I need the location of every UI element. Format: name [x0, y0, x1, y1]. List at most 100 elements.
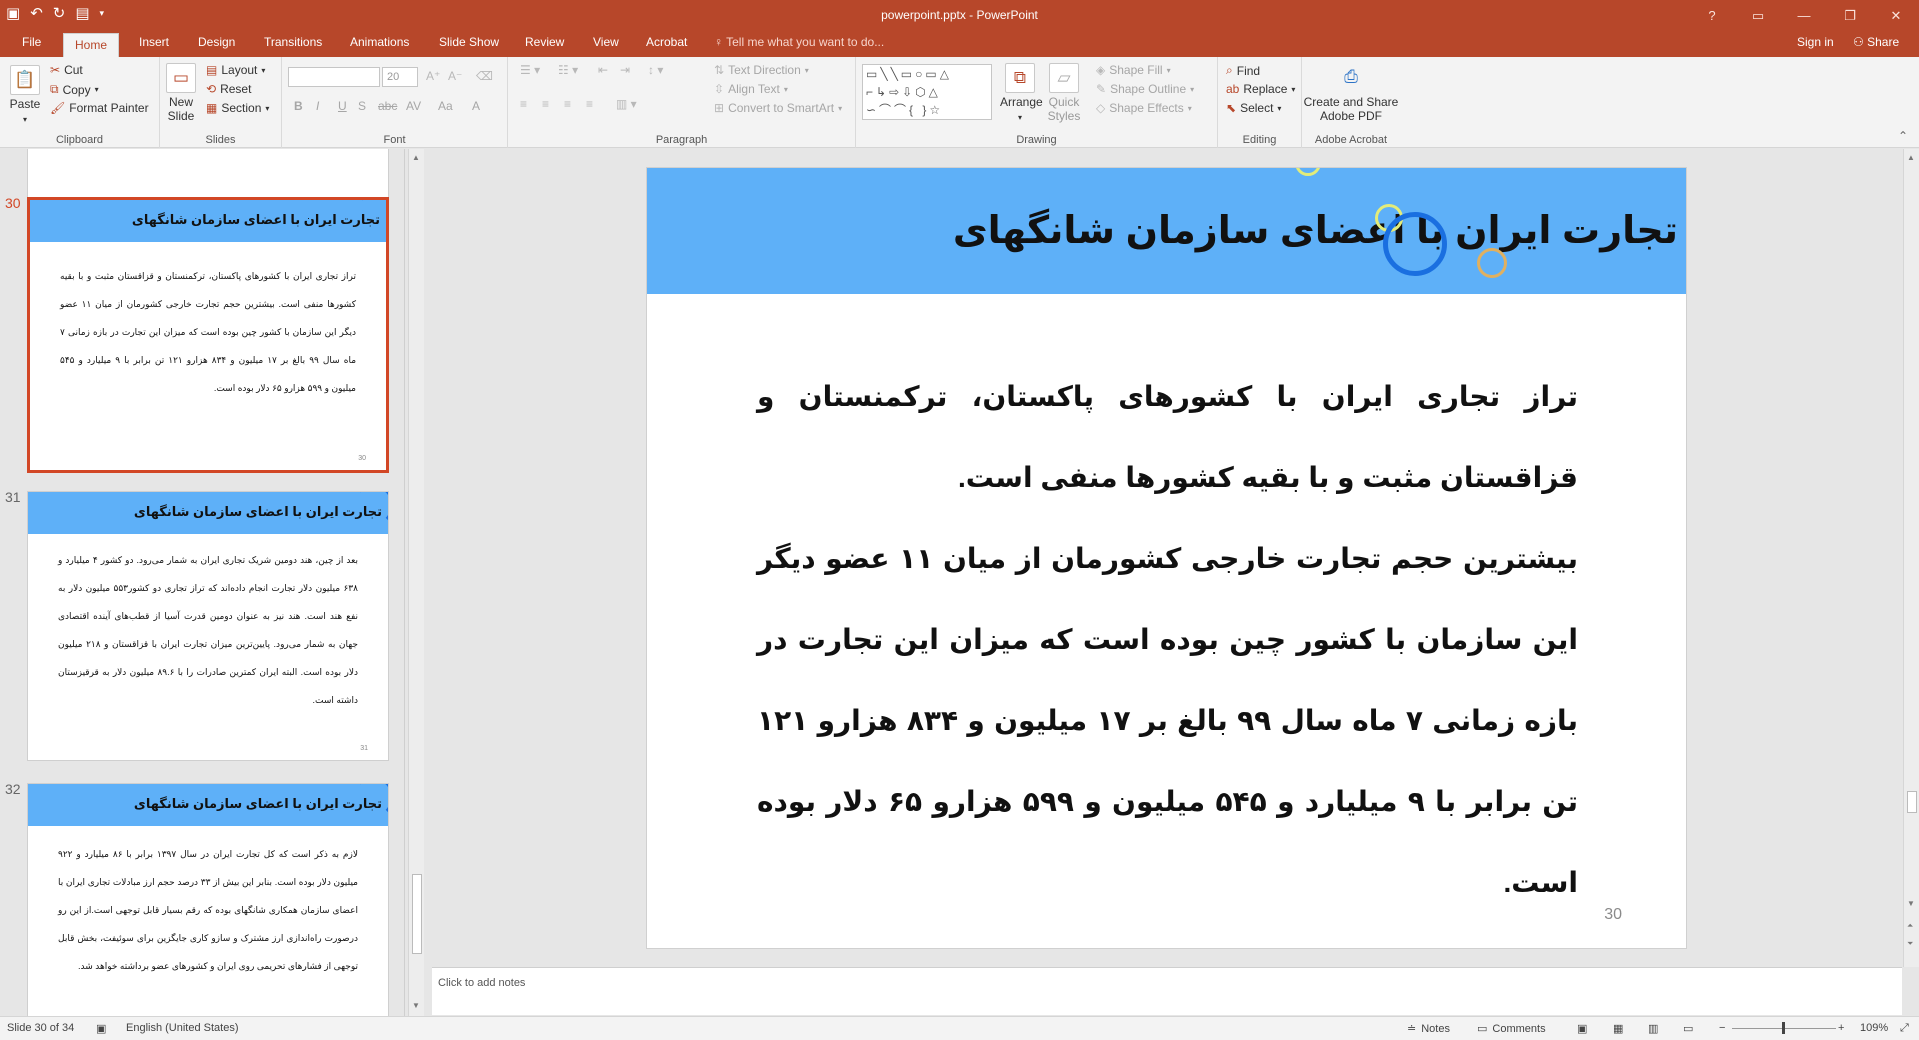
reading-view-icon[interactable]: ▥: [1648, 1022, 1658, 1035]
tab-design[interactable]: Design: [196, 35, 237, 49]
font-name-box[interactable]: [288, 67, 380, 87]
create-share-pdf-button[interactable]: ⎙ Create and Share Adobe PDF: [1302, 63, 1400, 123]
copy-button[interactable]: ⧉ Copy ▾: [50, 82, 99, 97]
align-left-button[interactable]: ≡: [520, 97, 527, 111]
share-button[interactable]: ⚇ Share: [1853, 35, 1899, 49]
minimize-button[interactable]: —: [1781, 0, 1827, 31]
grow-font-button[interactable]: A⁺: [426, 69, 440, 83]
character-spacing-button[interactable]: AV: [406, 99, 421, 113]
normal-view-icon[interactable]: ▣: [1577, 1022, 1587, 1035]
slide-show-icon[interactable]: ▭: [1683, 1022, 1693, 1035]
current-slide[interactable]: تجارت ایران با اعضای سازمان شانگهای تراز…: [646, 167, 1687, 949]
justify-button[interactable]: ≡: [586, 97, 593, 111]
notes-pane[interactable]: Click to add notes: [432, 967, 1902, 1015]
tab-transitions[interactable]: Transitions: [262, 35, 324, 49]
tab-acrobat[interactable]: Acrobat: [644, 35, 689, 49]
layout-button[interactable]: ▤ Layout ▾: [206, 63, 265, 77]
lightbulb-icon: ♀: [714, 35, 727, 49]
change-case-button[interactable]: Aa: [438, 99, 453, 113]
sign-in-link[interactable]: Sign in: [1797, 35, 1834, 49]
scroll-down-arrow-icon[interactable]: ▼: [1907, 899, 1915, 908]
slide-scroll-thumb[interactable]: [1907, 791, 1917, 813]
thumbnail-slide-31[interactable]: تجارت ایران با اعضای سازمان شانگهای بعد …: [27, 491, 389, 761]
bold-button[interactable]: B: [294, 99, 303, 113]
select-button[interactable]: ⬉ Select ▾: [1226, 101, 1281, 115]
restore-button[interactable]: ❐: [1827, 0, 1873, 31]
select-label: Select: [1240, 101, 1274, 115]
cut-button[interactable]: ✂ Cut: [50, 63, 83, 77]
italic-button[interactable]: I: [316, 99, 319, 113]
thumbnail-slide-32[interactable]: تجارت ایران با اعضای سازمان شانگهای لازم…: [27, 783, 389, 1016]
section-button[interactable]: ▦ Section ▾: [206, 101, 269, 115]
zoom-level[interactable]: 109%: [1860, 1022, 1888, 1034]
slide-header-band: تجارت ایران با اعضای سازمان شانگهای: [647, 168, 1686, 294]
quick-styles-icon: ▱: [1049, 63, 1079, 93]
scroll-up-arrow-icon[interactable]: ▲: [1907, 153, 1915, 162]
shapes-gallery[interactable]: ▭╲╲▭○▭△ ⌐↳⇨⇩⬡△ ∽⌒⌒{ }☆: [862, 64, 992, 120]
zoom-out-button[interactable]: −: [1719, 1022, 1725, 1034]
reset-button[interactable]: ⟲ Reset: [206, 82, 251, 96]
format-painter-button[interactable]: 🖌 Format Painter: [50, 101, 149, 115]
replace-button[interactable]: ab Replace ▾: [1226, 82, 1295, 96]
help-button[interactable]: ?: [1689, 0, 1735, 31]
slide-sorter-icon[interactable]: ▦: [1613, 1022, 1623, 1035]
shape-outline-button[interactable]: ✎ Shape Outline ▾: [1096, 82, 1194, 96]
decrease-indent-icon: ⇤: [598, 63, 609, 77]
clear-formatting-button[interactable]: ⌫: [476, 69, 493, 83]
slide-title[interactable]: تجارت ایران با اعضای سازمان شانگهای: [953, 208, 1678, 253]
slide-scrollbar[interactable]: ▲ ▼ ⏶ ⏷: [1903, 149, 1919, 967]
new-slide-button[interactable]: ▭ New Slide: [164, 63, 198, 123]
paste-button[interactable]: 📋 Paste ▾: [6, 65, 44, 127]
scroll-down-arrow-icon[interactable]: ▼: [412, 1001, 420, 1010]
align-center-button[interactable]: ≡: [542, 97, 549, 111]
quick-styles-button[interactable]: ▱ Quick Styles: [1046, 63, 1082, 123]
thumbnail-body: تراز تجاری ایران با کشورهای پاکستان، ترک…: [60, 271, 357, 393]
underline-button[interactable]: U: [338, 99, 347, 113]
font-size-box[interactable]: 20: [382, 67, 418, 87]
shrink-font-button[interactable]: A⁻: [448, 69, 462, 83]
shape-effects-button[interactable]: ◇ Shape Effects ▾: [1096, 101, 1192, 115]
comments-toggle[interactable]: ▭ Comments: [1477, 1022, 1546, 1036]
close-button[interactable]: ✕: [1873, 0, 1919, 31]
tab-review[interactable]: Review: [523, 35, 566, 49]
tab-home[interactable]: Home: [63, 33, 120, 57]
next-slide-icon[interactable]: ⏷: [1907, 939, 1913, 949]
increase-indent-button[interactable]: ⇥: [620, 63, 630, 77]
font-color-button[interactable]: A: [472, 99, 480, 113]
numbering-button[interactable]: ☷ ▾: [558, 63, 578, 77]
tab-insert[interactable]: Insert: [137, 35, 171, 49]
language-indicator[interactable]: English (United States): [126, 1022, 239, 1034]
zoom-in-button[interactable]: +: [1838, 1022, 1844, 1034]
quick-styles-label-2: Styles: [1047, 109, 1081, 123]
tab-slide-show[interactable]: Slide Show: [437, 35, 501, 49]
columns-button[interactable]: ▥ ▾: [616, 97, 637, 111]
fit-slide-icon[interactable]: ⤢: [1900, 1022, 1909, 1035]
thumbnails-scroll-thumb[interactable]: [412, 874, 422, 954]
convert-smartart-button[interactable]: ⊞ Convert to SmartArt ▾: [714, 101, 842, 115]
shape-fill-button[interactable]: ◈ Shape Fill ▾: [1096, 63, 1171, 77]
notes-toggle[interactable]: ≐ Notes: [1407, 1022, 1450, 1036]
ribbon-display-options-button[interactable]: ▭: [1735, 0, 1781, 31]
thumbnail-slide-30[interactable]: تجارت ایران با اعضای سازمان شانگهای تراز…: [27, 197, 389, 473]
thumbnails-scrollbar[interactable]: ▲ ▼: [408, 149, 424, 1016]
spelling-check-icon[interactable]: ▣: [96, 1022, 106, 1035]
text-direction-button[interactable]: ⇅ Text Direction ▾: [714, 63, 809, 77]
scroll-up-arrow-icon[interactable]: ▲: [412, 153, 420, 162]
align-text-button[interactable]: ⇳ Align Text ▾: [714, 82, 788, 96]
collapse-ribbon-button[interactable]: ⌃: [1898, 129, 1908, 143]
tab-file[interactable]: File: [20, 35, 43, 49]
tab-view[interactable]: View: [591, 35, 621, 49]
bullets-button[interactable]: ☰ ▾: [520, 63, 540, 77]
arrange-button[interactable]: ⧉ Arrange ▾: [1000, 63, 1043, 125]
find-button[interactable]: ⌕ Find: [1226, 63, 1260, 78]
align-right-button[interactable]: ≡: [564, 97, 571, 111]
strikethrough-button[interactable]: abc: [378, 99, 397, 113]
decrease-indent-button[interactable]: ⇤: [598, 63, 608, 77]
slide-body-textbox[interactable]: تراز تجاری ایران با کشورهای پاکستان، ترک…: [757, 356, 1578, 923]
tab-animations[interactable]: Animations: [348, 35, 411, 49]
line-spacing-button[interactable]: ↕ ▾: [648, 63, 663, 77]
previous-slide-icon[interactable]: ⏶: [1907, 921, 1913, 931]
tell-me-box[interactable]: ♀ Tell me what you want to do...: [714, 35, 884, 49]
zoom-slider-handle[interactable]: [1782, 1022, 1785, 1034]
text-shadow-button[interactable]: S: [358, 99, 366, 113]
